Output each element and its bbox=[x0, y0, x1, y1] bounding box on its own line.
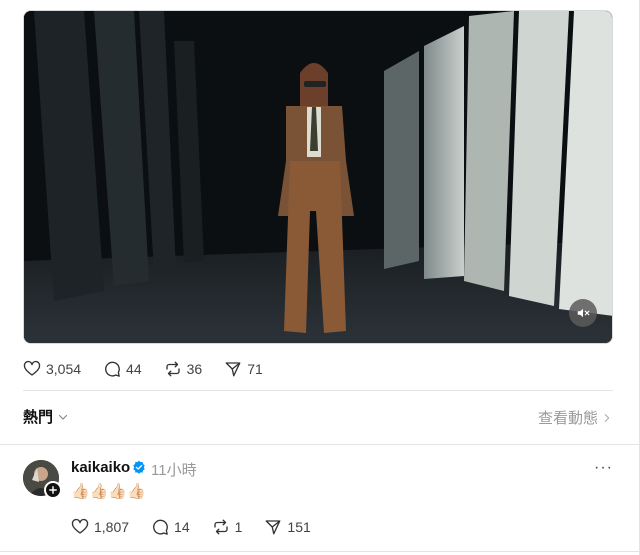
repost-button[interactable]: 36 bbox=[164, 360, 203, 378]
chevron-down-icon bbox=[58, 414, 68, 420]
repost-icon bbox=[213, 519, 228, 535]
video-frame bbox=[24, 11, 612, 343]
reply-repost-count: 1 bbox=[234, 519, 243, 535]
reply-share-button[interactable]: 151 bbox=[264, 518, 311, 536]
reply-share-count: 151 bbox=[287, 519, 311, 535]
username[interactable]: kaikaiko bbox=[71, 459, 130, 476]
reply-reply-button[interactable]: 14 bbox=[151, 518, 190, 536]
volume-muted-icon bbox=[577, 308, 590, 318]
reply-reply-count: 14 bbox=[174, 519, 190, 535]
like-button[interactable]: 3,054 bbox=[23, 360, 81, 378]
timestamp: 11小時 bbox=[151, 462, 197, 479]
reply-actions: 1,807 14 1 151 bbox=[71, 516, 333, 538]
verified-badge-icon bbox=[133, 460, 145, 474]
reply-like-count: 1,807 bbox=[94, 519, 130, 535]
chevron-right-icon bbox=[604, 413, 610, 422]
heart-icon bbox=[71, 518, 89, 534]
divider bbox=[0, 444, 640, 445]
reply-like-button[interactable]: 1,807 bbox=[71, 518, 129, 536]
repost-icon bbox=[165, 361, 180, 377]
reply-repost-button[interactable]: 1 bbox=[212, 518, 243, 536]
share-count: 71 bbox=[247, 361, 263, 377]
more-options-button[interactable]: ··· bbox=[594, 459, 613, 477]
follow-plus-button[interactable] bbox=[44, 481, 62, 499]
heart-icon bbox=[23, 360, 41, 376]
thumbs-up-emoji-row: 👍🏻👍🏻👍🏻👍🏻 bbox=[71, 483, 146, 500]
post-actions: 3,054 44 36 71 bbox=[23, 358, 285, 380]
reply-count: 44 bbox=[126, 361, 142, 377]
like-count: 3,054 bbox=[46, 361, 82, 377]
repost-count: 36 bbox=[186, 361, 203, 377]
reply-text: 👍🏻👍🏻👍🏻👍🏻 bbox=[71, 482, 146, 500]
divider bbox=[0, 551, 640, 552]
mute-toggle-button[interactable] bbox=[569, 299, 597, 327]
reply-button[interactable]: 44 bbox=[103, 360, 142, 378]
sort-dropdown[interactable]: 熱門 bbox=[23, 406, 69, 427]
plus-icon bbox=[49, 486, 57, 494]
divider bbox=[23, 390, 613, 391]
send-icon bbox=[225, 362, 241, 377]
view-activity-link[interactable]: 查看動態 bbox=[538, 407, 612, 428]
post-video[interactable] bbox=[23, 10, 613, 344]
send-icon bbox=[265, 520, 281, 535]
sort-label: 熱門 bbox=[23, 409, 54, 426]
view-activity-label: 查看動態 bbox=[537, 410, 598, 427]
share-button[interactable]: 71 bbox=[224, 360, 263, 378]
comment-bubble-icon bbox=[153, 519, 168, 535]
comment-bubble-icon bbox=[105, 361, 120, 377]
